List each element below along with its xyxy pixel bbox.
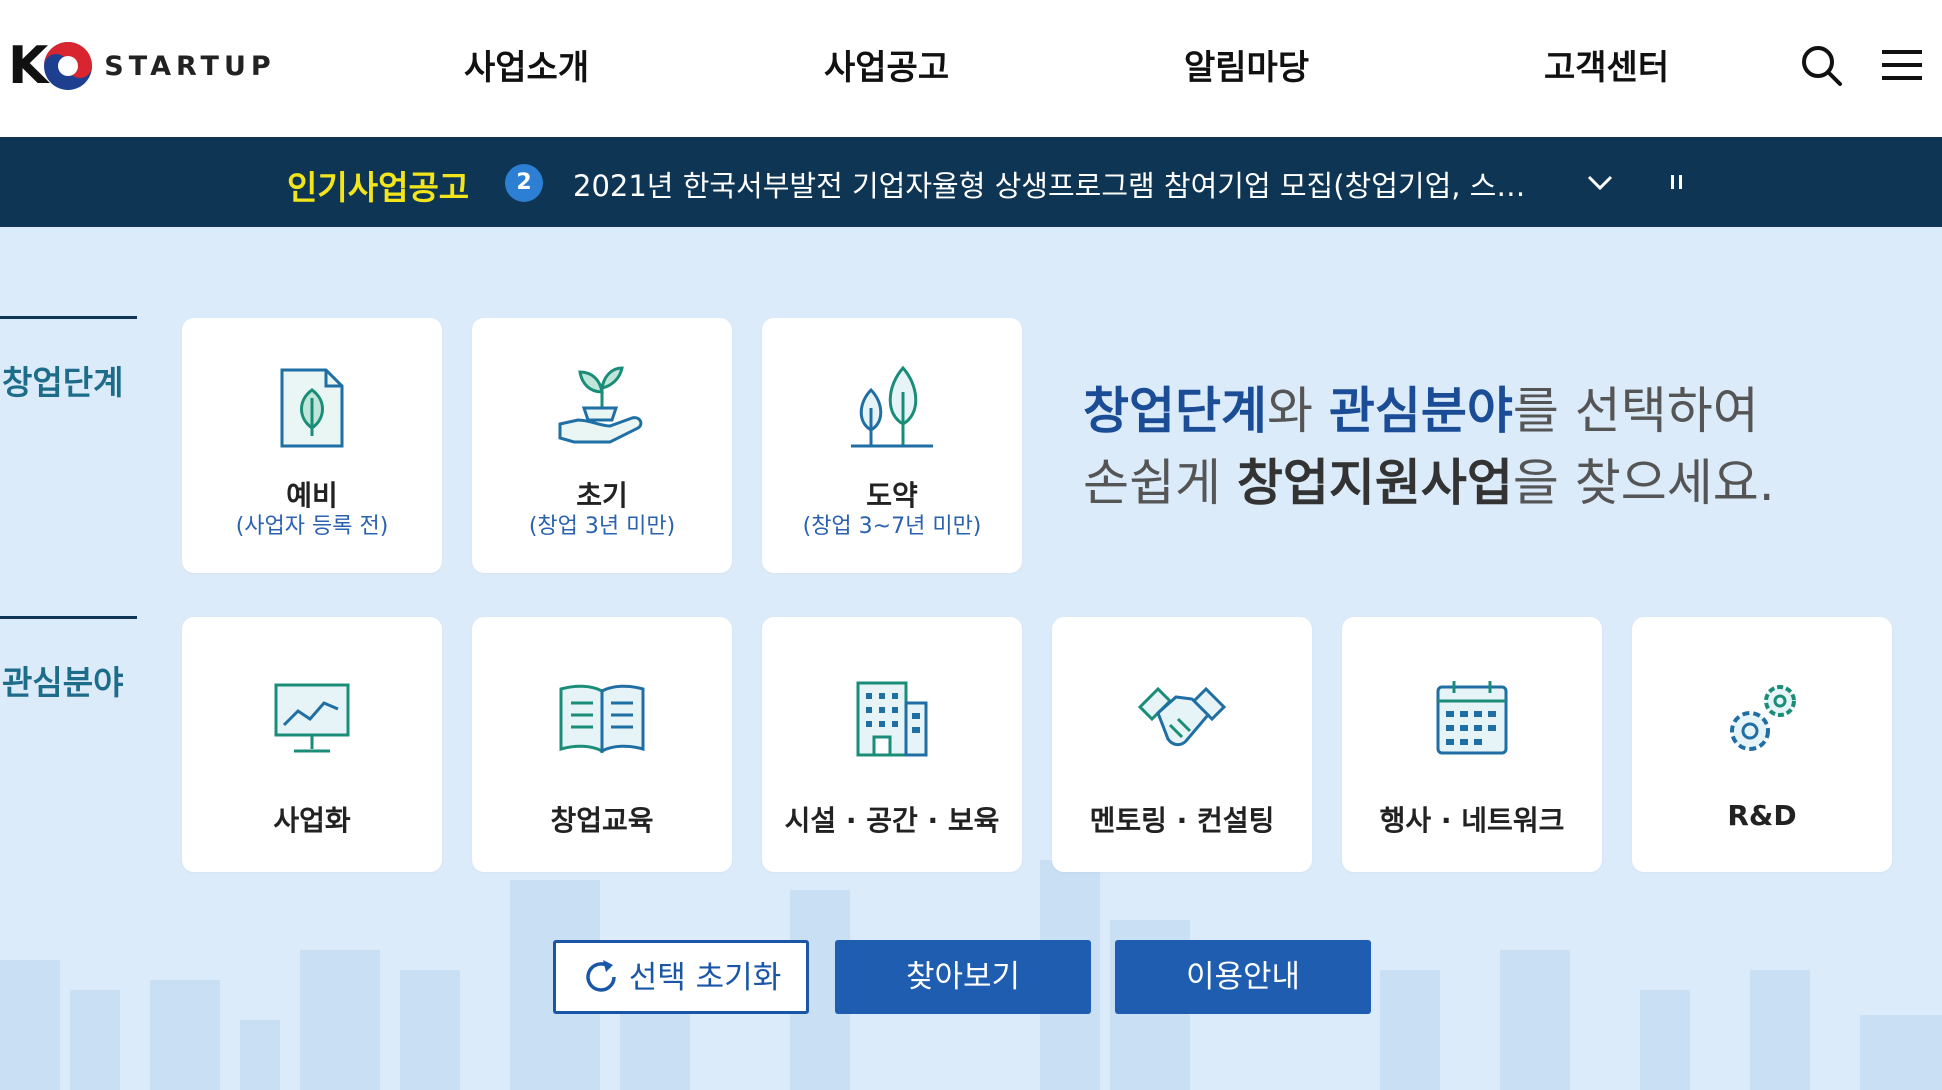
headline-keyword-program: 창업지원사업	[1236, 454, 1513, 512]
field-card-event[interactable]: 행사 · 네트워크	[1342, 617, 1602, 872]
field-card-education[interactable]: 창업교육	[472, 617, 732, 872]
field-card-facility[interactable]: 시설 · 공간 · 보육	[762, 617, 1022, 872]
site-header: K STARTUP 사업소개 사업공고 알림마당 고객센터	[0, 0, 1942, 137]
field-card-title: 창업교육	[550, 804, 654, 837]
chevron-down-icon[interactable]	[1585, 169, 1615, 195]
headline-text-part: 를 선택하여	[1512, 382, 1759, 440]
field-card-rnd[interactable]: R&D	[1632, 617, 1892, 872]
headline-line-2: 손쉽게 창업지원사업을 찾으세요.	[1083, 447, 1775, 519]
guide-button[interactable]: 이용안내	[1115, 940, 1371, 1014]
headline-keyword-stage: 창업단계	[1083, 382, 1267, 440]
headline-line-1: 창업단계와 관심분야를 선택하여	[1083, 375, 1775, 447]
headline-text-part: 손쉽게	[1083, 454, 1237, 512]
headline-text: 창업단계와 관심분야를 선택하여 손쉽게 창업지원사업을 찾으세요.	[1083, 375, 1775, 519]
refresh-icon	[586, 959, 616, 992]
headline-text-part: 을 찾으세요.	[1512, 454, 1775, 512]
stage-card-sub: (창업 3년 미만)	[528, 514, 676, 539]
stage-divider	[0, 316, 137, 319]
stage-card-pre[interactable]: 예비 (사업자 등록 전)	[182, 318, 442, 573]
main-nav: 사업소개 사업공고 알림마당 고객센터	[0, 0, 1942, 137]
field-divider	[0, 616, 137, 619]
field-label: 관심분야	[2, 663, 124, 702]
stage-card-early[interactable]: 초기 (창업 3년 미만)	[472, 318, 732, 573]
search-icon[interactable]	[1800, 44, 1844, 88]
field-card-title: 사업화	[273, 804, 351, 837]
popular-notice-ticker: 인기사업공고 2 2021년 한국서부발전 기업자율형 상생프로그램 참여기업 …	[0, 137, 1942, 227]
nav-news[interactable]: 알림마당	[1184, 40, 1309, 89]
field-card-title: R&D	[1727, 799, 1797, 832]
chart-monitor-icon	[274, 683, 350, 753]
reset-button-label: 선택 초기화	[628, 960, 782, 996]
calendar-icon	[1436, 681, 1508, 755]
reset-selection-button[interactable]: 선택 초기화	[553, 940, 809, 1014]
headline-keyword-field: 관심분야	[1328, 382, 1513, 440]
stage-label: 창업단계	[2, 363, 124, 402]
leaf-document-icon	[280, 368, 344, 448]
handshake-icon	[1137, 686, 1227, 747]
open-book-icon	[559, 684, 645, 754]
nav-customer-center[interactable]: 고객센터	[1544, 40, 1669, 89]
ticker-notice-link[interactable]: 2021년 한국서부발전 기업자율형 상생프로그램 참여기업 모집(창업기업, …	[573, 163, 1548, 205]
ticker-label: 인기사업공고	[287, 168, 470, 207]
stage-card-sub: (창업 3~7년 미만)	[802, 514, 982, 539]
gears-icon	[1730, 685, 1796, 751]
field-card-title: 멘토링 · 컨설팅	[1089, 804, 1275, 837]
field-card-title: 시설 · 공간 · 보육	[784, 804, 1000, 837]
sprout-hand-icon	[558, 366, 643, 444]
trees-icon	[851, 365, 933, 448]
ticker-index-badge: 2	[505, 164, 543, 202]
menu-icon[interactable]	[1882, 48, 1922, 82]
search-button[interactable]: 찾아보기	[835, 940, 1091, 1014]
field-card-mentoring[interactable]: 멘토링 · 컨설팅	[1052, 617, 1312, 872]
stage-card-leap[interactable]: 도약 (창업 3~7년 미만)	[762, 318, 1022, 573]
headline-text-part: 와	[1267, 382, 1329, 440]
nav-business-notice[interactable]: 사업공고	[824, 40, 949, 89]
pause-icon[interactable]	[1667, 170, 1687, 194]
nav-business-intro[interactable]: 사업소개	[464, 40, 589, 89]
field-card-title: 행사 · 네트워크	[1379, 804, 1565, 837]
building-icon	[856, 681, 928, 757]
field-card-commercialization[interactable]: 사업화	[182, 617, 442, 872]
stage-card-sub: (사업자 등록 전)	[235, 514, 389, 539]
